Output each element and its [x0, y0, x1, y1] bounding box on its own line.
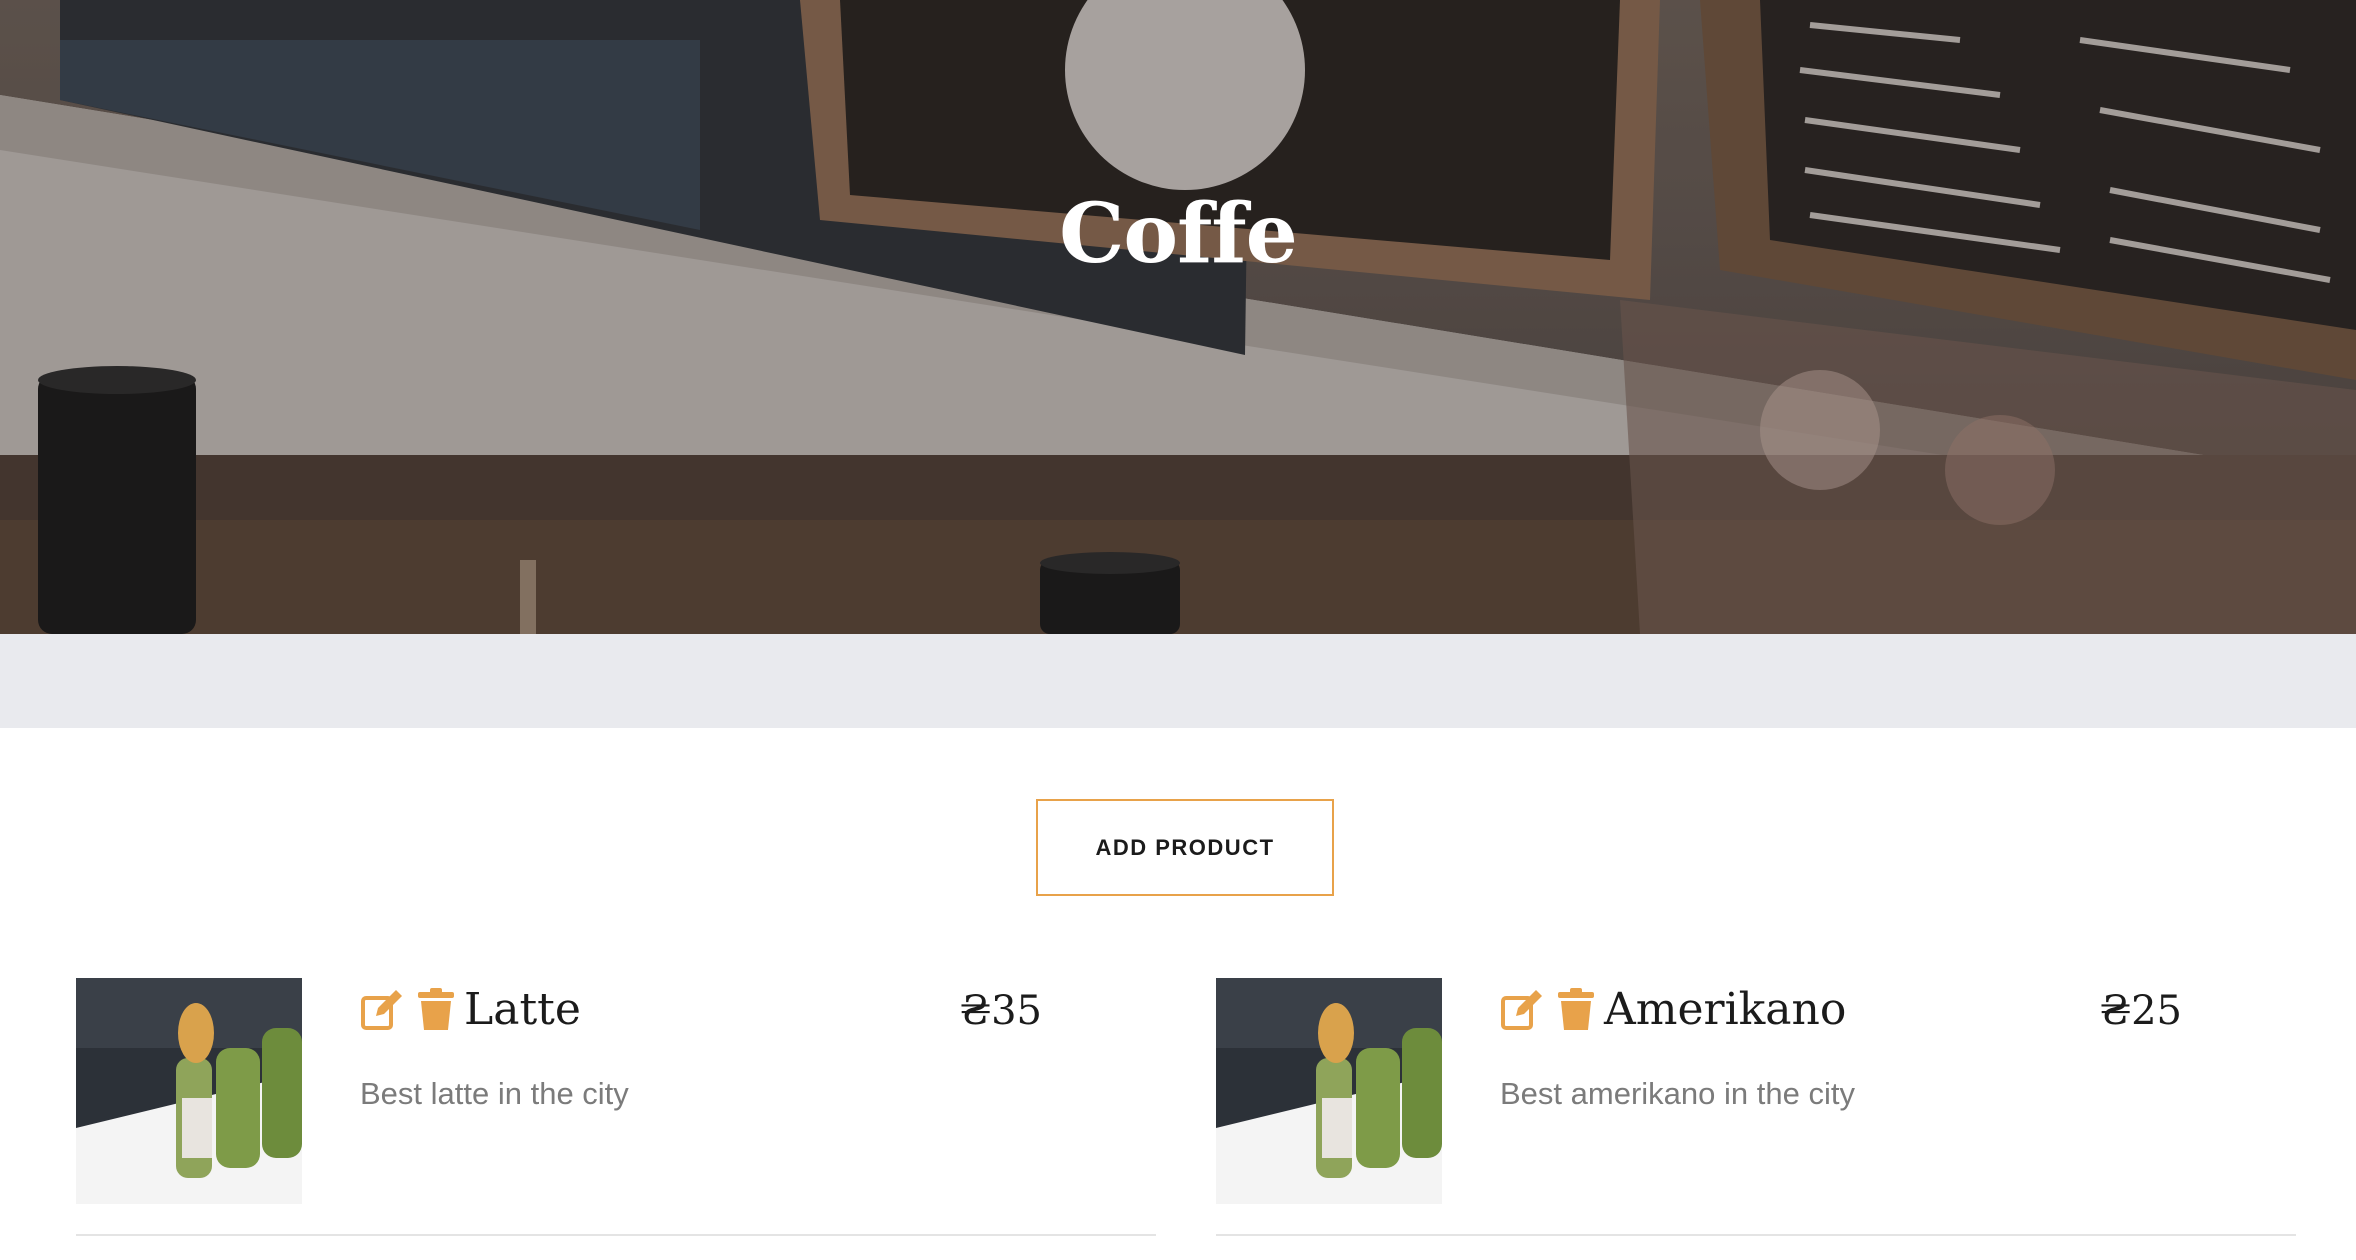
product-image — [1216, 978, 1442, 1204]
product-image — [76, 978, 302, 1204]
add-product-button[interactable]: ADD PRODUCT — [1036, 799, 1334, 896]
product-description: Best latte in the city — [360, 1076, 629, 1111]
hero-banner: Coffe — [0, 0, 2356, 634]
product-price: ₴25 — [2099, 988, 2182, 1034]
card-divider — [76, 1234, 1156, 1236]
product-price: ₴35 — [959, 988, 1042, 1034]
product-card: Amerikano ₴25 Best amerikano in the city — [1216, 978, 2296, 1236]
hero-overlay — [0, 0, 2356, 634]
section-divider-strip — [0, 634, 2356, 728]
edit-icon[interactable] — [360, 988, 404, 1032]
trash-icon[interactable] — [1554, 988, 1598, 1032]
trash-icon[interactable] — [414, 988, 458, 1032]
page-title: Coffe — [1059, 186, 1298, 282]
card-divider — [1216, 1234, 2296, 1236]
product-card: Latte ₴35 Best latte in the city — [76, 978, 1156, 1236]
edit-icon[interactable] — [1500, 988, 1544, 1032]
product-name: Latte — [464, 984, 581, 1035]
product-description: Best amerikano in the city — [1500, 1076, 1855, 1111]
product-name: Amerikano — [1604, 984, 1847, 1035]
